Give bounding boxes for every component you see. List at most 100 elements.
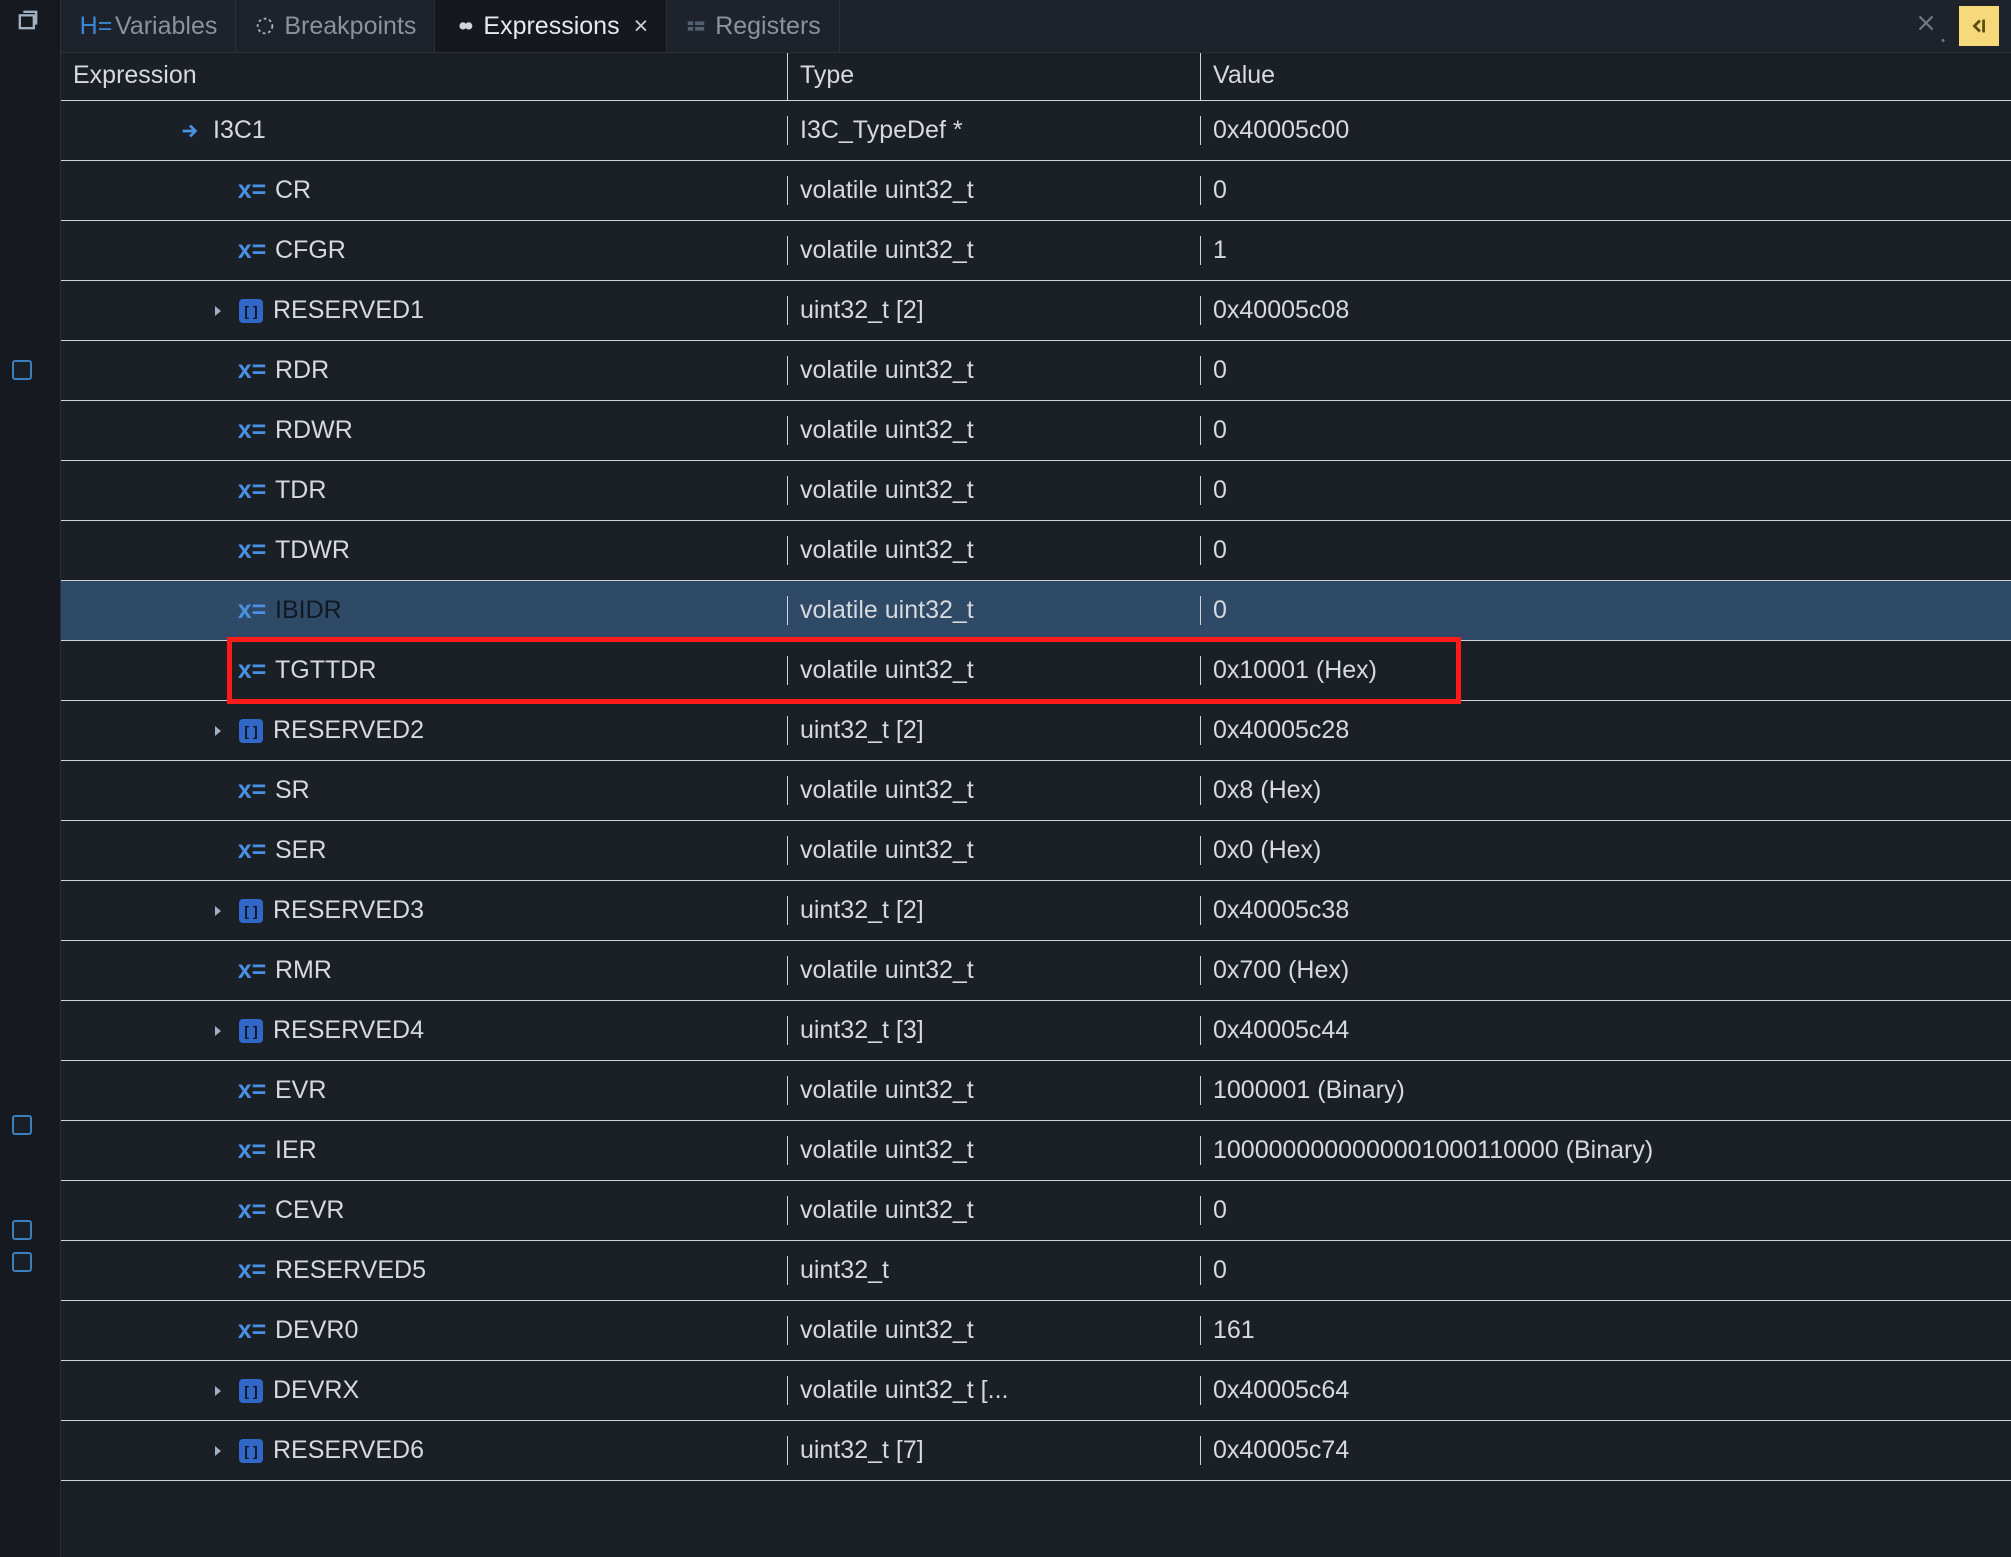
tab-variables[interactable]: H= Variables — [67, 0, 236, 52]
expression-value[interactable]: 0x40005c64 — [1201, 1376, 2011, 1405]
table-row[interactable]: [ ]DEVRXvolatile uint32_t [...0x40005c64 — [61, 1361, 2011, 1421]
expression-name: IBIDR — [275, 596, 342, 625]
column-header-type[interactable]: Type — [788, 53, 1201, 100]
expression-value[interactable]: 0x700 (Hex) — [1201, 956, 2011, 985]
expression-type: uint32_t [2] — [788, 896, 1201, 925]
expression-name: EVR — [275, 1076, 326, 1105]
expression-name: CR — [275, 176, 311, 205]
table-row[interactable]: x=RDWRvolatile uint32_t0 — [61, 401, 2011, 461]
tab-label: Expressions — [483, 12, 619, 41]
expression-name: DEVR0 — [275, 1316, 358, 1345]
expression-value[interactable]: 0 — [1201, 416, 2011, 445]
expression-name: RESERVED6 — [273, 1436, 424, 1465]
expression-name: TDWR — [275, 536, 350, 565]
expression-name: RESERVED5 — [275, 1256, 426, 1285]
expand-twisty-icon[interactable] — [207, 1445, 229, 1457]
expression-type: volatile uint32_t — [788, 956, 1201, 985]
column-header-value[interactable]: Value — [1201, 53, 2011, 100]
table-row[interactable]: x=TGTTDRvolatile uint32_t0x10001 (Hex) — [61, 641, 2011, 701]
expression-value[interactable]: 0 — [1201, 536, 2011, 565]
expression-type: volatile uint32_t — [788, 1136, 1201, 1165]
expand-twisty-icon[interactable] — [207, 305, 229, 317]
table-row[interactable]: x=EVRvolatile uint32_t1000001 (Binary) — [61, 1061, 2011, 1121]
table-row[interactable]: [ ]RESERVED3uint32_t [2]0x40005c38 — [61, 881, 2011, 941]
table-row[interactable]: x=TDWRvolatile uint32_t0 — [61, 521, 2011, 581]
expression-value[interactable]: 0x10001 (Hex) — [1201, 656, 2011, 685]
variable-icon: x= — [239, 538, 265, 564]
expand-twisty-icon[interactable] — [207, 1385, 229, 1397]
table-row[interactable]: x= RESERVED5 uint32_t0 — [61, 1241, 2011, 1301]
expand-twisty-icon[interactable] — [207, 725, 229, 737]
expression-value[interactable]: 161 — [1201, 1316, 2011, 1345]
collapse-panel-icon[interactable] — [1959, 6, 1999, 46]
variable-icon: x= — [239, 358, 265, 384]
expression-value[interactable]: 0 — [1201, 1196, 2011, 1225]
expression-value[interactable]: 0x8 (Hex) — [1201, 776, 2011, 805]
expression-value[interactable]: 0x40005c38 — [1201, 896, 2011, 925]
expression-value[interactable]: 0x40005c00 — [1201, 116, 2011, 145]
expression-value[interactable]: 0x40005c44 — [1201, 1016, 2011, 1045]
table-row[interactable]: [ ]RESERVED4uint32_t [3]0x40005c44 — [61, 1001, 2011, 1061]
variable-icon: x= — [239, 1258, 265, 1284]
expression-name: CEVR — [275, 1196, 344, 1225]
breakpoint-marker-icon[interactable] — [12, 1220, 32, 1240]
table-row[interactable]: x= DEVR0 volatile uint32_t161 — [61, 1301, 2011, 1361]
array-icon: [ ] — [239, 1019, 263, 1043]
expression-name: SR — [275, 776, 310, 805]
table-row[interactable]: [ ]RESERVED1uint32_t [2]0x40005c08 — [61, 281, 2011, 341]
expression-type: volatile uint32_t — [788, 1076, 1201, 1105]
table-row[interactable]: x=RMRvolatile uint32_t0x700 (Hex) — [61, 941, 2011, 1001]
expression-type: uint32_t [2] — [788, 716, 1201, 745]
expand-twisty-icon[interactable] — [207, 1025, 229, 1037]
table-row[interactable]: I3C1I3C_TypeDef *0x40005c00 — [61, 101, 2011, 161]
variable-icon: x= — [239, 598, 265, 624]
variable-icon: x= — [239, 478, 265, 504]
expression-type: volatile uint32_t — [788, 416, 1201, 445]
expression-value[interactable]: 0x40005c28 — [1201, 716, 2011, 745]
table-row[interactable]: x=IERvolatile uint32_t100000000000000100… — [61, 1121, 2011, 1181]
table-row[interactable]: x=CEVRvolatile uint32_t0 — [61, 1181, 2011, 1241]
table-row[interactable]: x=IBIDRvolatile uint32_t0 — [61, 581, 2011, 641]
close-icon[interactable]: × — [634, 12, 649, 41]
expression-value[interactable]: 1 — [1201, 236, 2011, 265]
expression-type: uint32_t [3] — [788, 1016, 1201, 1045]
tab-expressions[interactable]: •• Expressions × — [435, 0, 667, 52]
expression-value[interactable]: 1000000000000001000110000 (Binary) — [1201, 1136, 2011, 1165]
expression-value[interactable]: 1000001 (Binary) — [1201, 1076, 2011, 1105]
variable-icon: x= — [239, 1318, 265, 1344]
expression-type: volatile uint32_t — [788, 776, 1201, 805]
expression-type: volatile uint32_t — [788, 356, 1201, 385]
tab-label: Breakpoints — [284, 12, 416, 41]
table-row[interactable]: x=SERvolatile uint32_t0x0 (Hex) — [61, 821, 2011, 881]
table-row[interactable]: x=CRvolatile uint32_t0 — [61, 161, 2011, 221]
breakpoint-marker-icon[interactable] — [12, 360, 32, 380]
table-row[interactable]: [ ]RESERVED2uint32_t [2]0x40005c28 — [61, 701, 2011, 761]
expressions-table: Expression Type Value I3C1I3C_TypeDef *0… — [61, 53, 2011, 1557]
table-row[interactable]: x=CFGRvolatile uint32_t1 — [61, 221, 2011, 281]
expression-value[interactable]: 0 — [1201, 356, 2011, 385]
table-row[interactable]: [ ]RESERVED6uint32_t [7]0x40005c74 — [61, 1421, 2011, 1481]
expression-value[interactable]: 0x40005c08 — [1201, 296, 2011, 325]
expression-value[interactable]: 0 — [1201, 476, 2011, 505]
variable-icon: x= — [239, 238, 265, 264]
tab-breakpoints[interactable]: Breakpoints — [236, 0, 435, 52]
table-row[interactable]: x=TDRvolatile uint32_t0 — [61, 461, 2011, 521]
table-row[interactable]: x=SRvolatile uint32_t0x8 (Hex) — [61, 761, 2011, 821]
breakpoint-marker-icon[interactable] — [12, 1115, 32, 1135]
expression-value[interactable]: 0 — [1201, 1256, 2011, 1285]
expression-value[interactable]: 0 — [1201, 176, 2011, 205]
variable-icon: x= — [239, 658, 265, 684]
clear-icon[interactable]: • — [1913, 10, 1939, 43]
expression-value[interactable]: 0x40005c74 — [1201, 1436, 2011, 1465]
column-header-expression[interactable]: Expression — [61, 53, 788, 100]
tab-registers[interactable]: Registers — [667, 0, 840, 52]
table-row[interactable]: x=RDRvolatile uint32_t0 — [61, 341, 2011, 401]
expression-type: uint32_t — [788, 1256, 1201, 1285]
expression-value[interactable]: 0 — [1201, 596, 2011, 625]
breakpoint-marker-icon[interactable] — [12, 1252, 32, 1272]
expression-type: volatile uint32_t — [788, 1316, 1201, 1345]
restore-window-icon[interactable] — [14, 6, 42, 34]
expand-twisty-icon[interactable] — [207, 905, 229, 917]
registers-icon — [685, 15, 707, 37]
expression-value[interactable]: 0x0 (Hex) — [1201, 836, 2011, 865]
